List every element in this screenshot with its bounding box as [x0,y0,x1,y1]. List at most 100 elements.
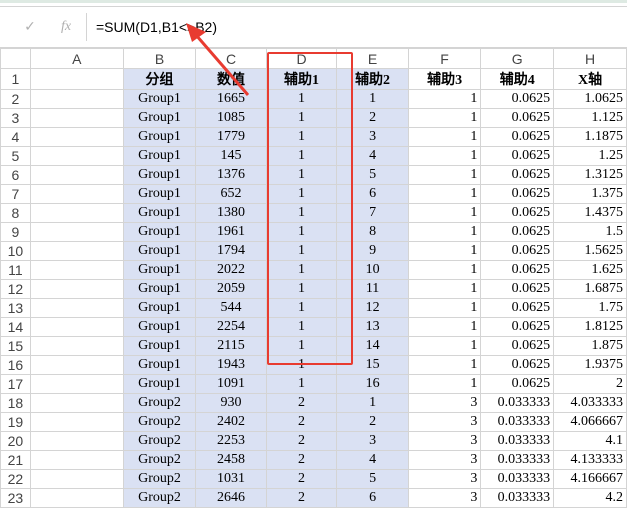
cell-e[interactable]: 1 [336,393,409,413]
cell-g[interactable]: 0.033333 [480,431,555,451]
cell-c[interactable]: 2022 [195,260,267,280]
cell-f[interactable]: 1 [407,127,482,147]
cell-d[interactable]: 1 [265,89,338,109]
cell-f[interactable]: 1 [407,203,482,223]
cell-f[interactable]: 1 [407,108,482,128]
row-header[interactable]: 9 [0,222,31,242]
cell-c[interactable]: 1085 [195,108,267,128]
cell-h[interactable]: 1.0625 [553,89,627,109]
cell-g[interactable]: 0.0625 [480,127,555,147]
cell-c[interactable]: 1091 [195,374,267,394]
row-header[interactable]: 16 [0,355,31,375]
cell-g[interactable]: 0.033333 [480,469,555,489]
cell-h[interactable]: 1.6875 [553,279,627,299]
cell-e[interactable]: 13 [336,317,409,337]
cell-f[interactable]: 1 [407,260,482,280]
cell-h[interactable]: 1.25 [553,146,627,166]
cell-g[interactable]: 0.0625 [480,374,555,394]
cell-c[interactable]: 2115 [195,336,267,356]
cell-f[interactable]: 1 [407,165,482,185]
cell-g[interactable]: 0.033333 [480,450,555,470]
column-header-a[interactable]: A [29,48,124,69]
cell-b[interactable]: Group2 [122,450,197,470]
cell-c[interactable]: 145 [195,146,267,166]
cell-a[interactable] [29,108,124,128]
cell-b[interactable]: Group1 [122,241,197,261]
cell-g[interactable]: 0.0625 [480,222,555,242]
cell-f[interactable]: 3 [407,488,482,508]
cell-d[interactable]: 1 [265,184,338,204]
cell-e[interactable]: 5 [336,165,409,185]
cell-d[interactable]: 2 [265,450,338,470]
cell-g[interactable]: 0.033333 [480,488,555,508]
row-header[interactable]: 8 [0,203,31,223]
column-header-h[interactable]: H [553,48,627,69]
row-header[interactable]: 22 [0,469,31,489]
formula-input[interactable]: =SUM(D1,B1<>B2) [96,15,217,39]
cell-h[interactable]: 1.625 [553,260,627,280]
cell-e[interactable]: 2 [336,108,409,128]
cell-a[interactable] [29,431,124,451]
cell-e[interactable]: 5 [336,469,409,489]
cell-c[interactable]: 1961 [195,222,267,242]
cell-f[interactable]: 1 [407,146,482,166]
cell-c[interactable]: 2253 [195,431,267,451]
cell-e[interactable]: 4 [336,146,409,166]
cell-h[interactable]: 1.4375 [553,203,627,223]
cell-f[interactable]: 1 [407,89,482,109]
cell-a[interactable] [29,317,124,337]
cell-h[interactable]: 1.875 [553,336,627,356]
cell-h[interactable]: 1.9375 [553,355,627,375]
cell-a[interactable] [29,165,124,185]
cell-a[interactable] [29,393,124,413]
row-header[interactable]: 21 [0,450,31,470]
cell-e[interactable]: 7 [336,203,409,223]
cell-d[interactable]: 1 [265,317,338,337]
row-header[interactable]: 14 [0,317,31,337]
cell-f[interactable]: 1 [407,317,482,337]
cell-e[interactable]: 15 [336,355,409,375]
cell-g[interactable]: 0.0625 [480,317,555,337]
cell-c[interactable]: 1943 [195,355,267,375]
cell-g[interactable]: 0.0625 [480,165,555,185]
row-header[interactable]: 23 [0,488,31,508]
cell-c[interactable]: 2458 [195,450,267,470]
cell-e1[interactable]: 辅助2 [336,68,409,90]
cell-e[interactable]: 9 [336,241,409,261]
cell-f[interactable]: 1 [407,279,482,299]
cell-d[interactable]: 1 [265,374,338,394]
cell-h[interactable]: 1.5625 [553,241,627,261]
cell-g[interactable]: 0.0625 [480,279,555,299]
row-header[interactable]: 4 [0,127,31,147]
cell-a1[interactable] [29,68,124,90]
cell-g[interactable]: 0.0625 [480,336,555,356]
cell-f[interactable]: 1 [407,222,482,242]
cell-d[interactable]: 2 [265,393,338,413]
cell-c1[interactable]: 数值 [195,68,267,90]
cell-e[interactable]: 4 [336,450,409,470]
cell-h[interactable]: 1.125 [553,108,627,128]
cell-d[interactable]: 1 [265,203,338,223]
cell-f1[interactable]: 辅助3 [407,68,482,90]
row-header[interactable]: 19 [0,412,31,432]
cell-b[interactable]: Group1 [122,279,197,299]
column-header-g[interactable]: G [480,48,555,69]
cell-g[interactable]: 0.033333 [480,412,555,432]
cell-f[interactable]: 3 [407,431,482,451]
cell-a[interactable] [29,488,124,508]
cell-c[interactable]: 2254 [195,317,267,337]
cell-a[interactable] [29,184,124,204]
cell-b[interactable]: Group2 [122,412,197,432]
cell-b[interactable]: Group1 [122,165,197,185]
cell-c[interactable]: 930 [195,393,267,413]
cell-a[interactable] [29,279,124,299]
cell-b[interactable]: Group2 [122,469,197,489]
cell-h[interactable]: 4.133333 [553,450,627,470]
cell-h1[interactable]: X轴 [553,68,627,90]
cell-c[interactable]: 1779 [195,127,267,147]
cell-h[interactable]: 1.3125 [553,165,627,185]
cell-d1[interactable]: 辅助1 [265,68,338,90]
column-header-d[interactable]: D [265,48,338,69]
cell-d[interactable]: 1 [265,279,338,299]
cell-d[interactable]: 1 [265,146,338,166]
